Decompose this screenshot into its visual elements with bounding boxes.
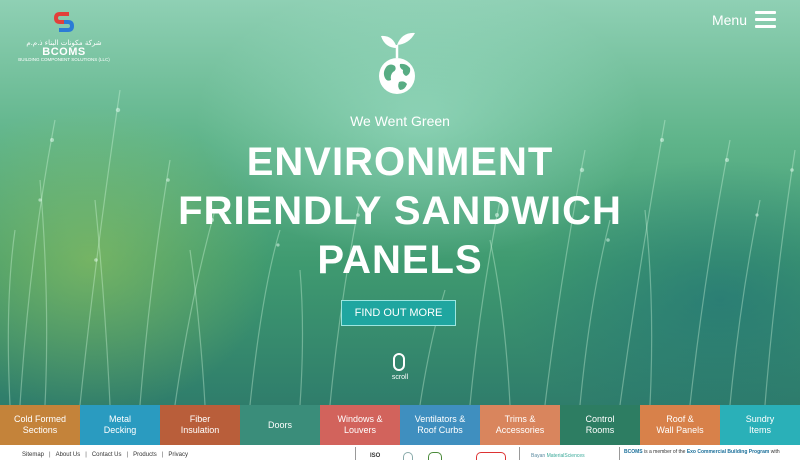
footer: Sitemap | About Us | Contact Us | Products | Pri… [0,445,800,460]
hero-tagline: We Went Green [350,113,450,129]
find-out-more-button[interactable]: FIND OUT MORE [341,300,456,326]
tile-label: Cold Formed Sections [13,414,67,435]
tile-label: Control Rooms [585,414,615,435]
tile-label: Roof & Wall Panels [656,414,704,435]
headline-line: FRIENDLY SANDWICH [178,189,622,233]
tile-label: Metal Decking [103,414,137,435]
tile-label: Fiber Insulation [180,414,220,435]
eco-globe-sprout-icon [379,32,415,94]
tile-doors[interactable]: Doors [240,405,320,445]
scroll-mouse-icon[interactable] [393,353,405,371]
divider [619,447,620,460]
footer-links: Sitemap | About Us | Contact Us | Products | Pri… [22,452,188,458]
product-category-bar: Cold Formed Sections Metal Decking Fiber In… [0,405,800,445]
tile-label: Sundry Items [745,414,775,435]
divider: | [49,452,51,458]
membership-text: BCOMS is a member of the Exo Commercial … [624,449,780,455]
tile-label: Trims & Accessories [495,414,545,435]
bcoms-logo-icon [53,12,75,32]
hero-banner: شركة مكونات البناء ذ.م.م BCOMS BUILDING … [0,0,800,405]
divider [519,447,520,460]
footer-link-contact-us[interactable]: Contact Us [92,452,122,458]
scroll-label: scroll [391,374,409,381]
divider: | [161,452,164,458]
tile-fiber-insulation[interactable]: Fiber Insulation [160,405,240,445]
tile-label: Doors [267,419,292,430]
footer-link-products[interactable]: Products [133,452,157,458]
brand-subtitle: BUILDING COMPONENT SOLUTIONS (LLC) [18,57,110,62]
tile-metal-decking[interactable]: Metal Decking [80,405,160,445]
tile-label: Windows & Louvers [337,414,383,435]
tile-roof-wall-panels[interactable]: Roof & Wall Panels [640,405,720,445]
menu-button[interactable]: Menu [712,11,776,28]
partner-logo: Bayan MaterialSciences [531,453,585,459]
divider [355,447,356,460]
hamburger-icon [755,11,776,28]
footer-link-about-us[interactable]: About Us [56,452,81,458]
footer-link-sitemap[interactable]: Sitemap [22,452,44,458]
divider: | [126,452,129,458]
environmental-badge-icon [428,452,442,460]
iso-badge: ISO [370,453,381,459]
footer-link-privacy[interactable]: Privacy [168,452,188,458]
hero-headline: ENVIRONMENT FRIENDLY SANDWICH PANELS [0,138,800,285]
brand-logo[interactable]: شركة مكونات البناء ذ.م.م BCOMS BUILDING … [18,10,110,66]
tile-label: Ventilators & Roof Curbs [414,414,466,435]
tile-control-rooms[interactable]: Control Rooms [560,405,640,445]
certification-seal-icon [403,452,413,460]
tile-ventilators-roof-curbs[interactable]: Ventilators & Roof Curbs [400,405,480,445]
certification-logo-icon [476,452,506,460]
tile-windows-louvers[interactable]: Windows & Louvers [320,405,400,445]
tile-trims-accessories[interactable]: Trims & Accessories [480,405,560,445]
headline-line: PANELS [317,238,483,282]
tile-sundry-items[interactable]: Sundry Items [720,405,800,445]
tile-cold-formed-sections[interactable]: Cold Formed Sections [0,405,80,445]
divider: | [85,452,87,458]
menu-label: Menu [711,11,747,28]
brand-name: BCOMS [42,46,86,58]
headline-line: ENVIRONMENT [246,140,554,184]
